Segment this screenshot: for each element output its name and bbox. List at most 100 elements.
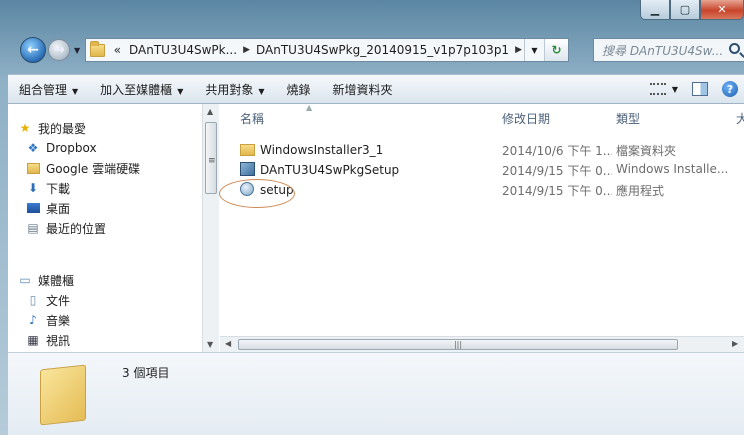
file-type: 應用程式	[616, 184, 665, 198]
nav-item-documents[interactable]: ▯ 文件	[26, 290, 70, 310]
music-icon: ♪	[29, 313, 37, 327]
breadcrumb-overflow[interactable]: «	[110, 43, 125, 57]
organize-label: 組合管理	[19, 82, 68, 97]
nav-item-label: 桌面	[46, 201, 71, 216]
address-row: ← → ▼ « DAnTU3U4SwPk... ▶ DAnTU3U4SwPkg_…	[0, 34, 744, 66]
breadcrumb-separator-icon[interactable]: ▶	[241, 45, 252, 55]
nav-item-music[interactable]: ♪ 音樂	[26, 310, 70, 330]
details-pane: 3 個項目	[8, 352, 744, 435]
large-folder-icon	[40, 364, 86, 426]
help-icon[interactable]: ?	[722, 81, 738, 97]
recent-places-icon: ▤	[27, 221, 39, 235]
folder-icon	[240, 142, 256, 156]
content-area: ★ 我的最愛 ❖ Dropbox Google 雲端硬碟 ⬇ 下載 桌面 ▤ 最	[8, 104, 744, 352]
chevron-down-icon: ▼	[258, 86, 265, 96]
nav-item-label: 最近的位置	[46, 221, 107, 236]
file-list-pane: ▲ 名稱 修改日期 類型 大 WindowsInstaller3_1 2014/…	[220, 104, 744, 352]
search-icon[interactable]	[729, 43, 740, 54]
downloads-icon: ⬇	[27, 181, 39, 195]
scroll-down-icon[interactable]: ▼	[207, 340, 213, 349]
scrollbar-thumb[interactable]: |||	[238, 339, 678, 350]
address-bar-controls: ▼ ↻	[524, 39, 568, 61]
chevron-down-icon: ▼	[72, 86, 79, 96]
nav-item-recent-places[interactable]: ▤ 最近的位置	[26, 218, 106, 238]
scroll-right-icon[interactable]: ▶	[732, 339, 738, 348]
forward-button[interactable]: →	[48, 39, 70, 61]
file-row[interactable]: setup 2014/9/15 下午 0... 應用程式	[220, 180, 744, 200]
navigation-pane: ★ 我的最愛 ❖ Dropbox Google 雲端硬碟 ⬇ 下載 桌面 ▤ 最	[8, 104, 202, 352]
minimize-button[interactable]: ▁	[640, 0, 670, 20]
column-header-type[interactable]: 類型	[616, 110, 640, 127]
column-header-name[interactable]: ▲ 名稱	[240, 104, 312, 127]
include-in-library-button[interactable]: 加入至媒體櫃 ▼	[89, 81, 194, 98]
share-with-label: 共用對象	[205, 82, 254, 97]
details-view-icon	[649, 83, 666, 95]
nav-libraries-header[interactable]: ▭ 媒體櫃	[18, 270, 74, 290]
new-folder-button[interactable]: 新增資料夾	[322, 81, 404, 98]
refresh-icon[interactable]: ↻	[544, 39, 568, 61]
nav-pane-vertical-scrollbar[interactable]: ▲ ≡ ▼	[202, 104, 219, 352]
libraries-icon: ▭	[19, 273, 31, 287]
scroll-up-icon[interactable]: ▲	[207, 107, 213, 116]
explorer-window: ▁ ▢ ✕ ← → ▼ « DAnTU3U4SwPk... ▶ DAnTU3U4…	[0, 0, 744, 435]
file-list-horizontal-scrollbar[interactable]: ◀ ||| ▶	[220, 336, 744, 352]
documents-icon: ▯	[29, 293, 37, 307]
file-date: 2014/9/15 下午 0...	[502, 164, 612, 178]
column-header-label: 名稱	[240, 112, 265, 126]
grip-icon: ≡	[208, 156, 216, 166]
breadcrumb-separator-icon[interactable]: ▶	[513, 45, 524, 55]
chevron-down-icon: ▼	[177, 86, 184, 96]
command-bar: 組合管理 ▼ 加入至媒體櫃 ▼ 共用對象 ▼ 燒錄 新增資料夾 ▼ ?	[8, 74, 744, 104]
file-date: 2014/10/6 下午 1...	[502, 144, 612, 158]
address-dropdown-icon[interactable]: ▼	[524, 39, 544, 61]
back-arrow-icon: ←	[27, 42, 39, 58]
share-with-button[interactable]: 共用對象 ▼	[194, 81, 275, 98]
nav-item-downloads[interactable]: ⬇ 下載	[26, 178, 70, 198]
burn-button[interactable]: 燒錄	[276, 81, 322, 98]
change-view-button[interactable]: ▼	[649, 83, 678, 95]
nav-item-label: 文件	[46, 293, 71, 308]
file-row[interactable]: WindowsInstaller3_1 2014/10/6 下午 1... 檔案…	[220, 140, 744, 160]
file-type: Windows Installe...	[616, 162, 729, 176]
file-name: WindowsInstaller3_1	[260, 143, 384, 157]
nav-item-dropbox[interactable]: ❖ Dropbox	[26, 138, 97, 158]
search-placeholder: 搜尋 DAnTU3U4Sw...	[602, 43, 724, 58]
dropbox-icon: ❖	[27, 141, 39, 155]
forward-arrow-icon: →	[53, 42, 65, 58]
column-header-date-modified[interactable]: 修改日期	[502, 110, 550, 127]
msi-installer-icon	[240, 162, 256, 176]
nav-item-google-drive[interactable]: Google 雲端硬碟	[26, 158, 140, 178]
breadcrumb-parent[interactable]: DAnTU3U4SwPk...	[125, 43, 241, 57]
nav-item-label: Google 雲端硬碟	[46, 161, 141, 176]
nav-item-label: 視訊	[46, 333, 71, 348]
file-type: 檔案資料夾	[616, 144, 677, 158]
recent-pages-dropdown[interactable]: ▼	[74, 46, 80, 55]
scroll-left-icon[interactable]: ◀	[225, 339, 231, 348]
file-name-cell: DAnTU3U4SwPkgSetup	[240, 162, 490, 177]
breadcrumb-current[interactable]: DAnTU3U4SwPkg_20140915_v1p7p103p1	[252, 43, 513, 57]
nav-item-label: Dropbox	[46, 141, 97, 155]
close-button[interactable]: ✕	[700, 0, 744, 20]
nav-item-videos[interactable]: ▦ 視訊	[26, 330, 70, 350]
view-controls: ▼ ?	[649, 81, 744, 97]
sort-ascending-icon: ▲	[306, 104, 313, 112]
search-input[interactable]: 搜尋 DAnTU3U4Sw...	[593, 38, 744, 62]
maximize-button[interactable]: ▢	[670, 0, 700, 20]
file-row[interactable]: DAnTU3U4SwPkgSetup 2014/9/15 下午 0... Win…	[220, 160, 744, 180]
nav-item-desktop[interactable]: 桌面	[26, 198, 70, 218]
nav-favorites-label: 我的最愛	[38, 121, 87, 136]
organize-button[interactable]: 組合管理 ▼	[8, 81, 89, 98]
address-bar[interactable]: « DAnTU3U4SwPk... ▶ DAnTU3U4SwPkg_201409…	[85, 38, 569, 62]
column-header-size[interactable]: 大	[736, 110, 744, 127]
nav-libraries-label: 媒體櫃	[38, 273, 75, 288]
file-date: 2014/9/15 下午 0...	[502, 184, 612, 198]
google-drive-folder-icon	[26, 161, 40, 175]
preview-pane-icon[interactable]	[692, 82, 708, 96]
include-in-library-label: 加入至媒體櫃	[100, 82, 173, 97]
folder-icon	[90, 40, 105, 57]
nav-favorites-header[interactable]: ★ 我的最愛	[18, 118, 86, 138]
star-icon: ★	[19, 121, 31, 135]
file-name-cell: WindowsInstaller3_1	[240, 142, 490, 157]
file-name: DAnTU3U4SwPkgSetup	[260, 163, 400, 177]
back-button[interactable]: ←	[20, 37, 46, 63]
